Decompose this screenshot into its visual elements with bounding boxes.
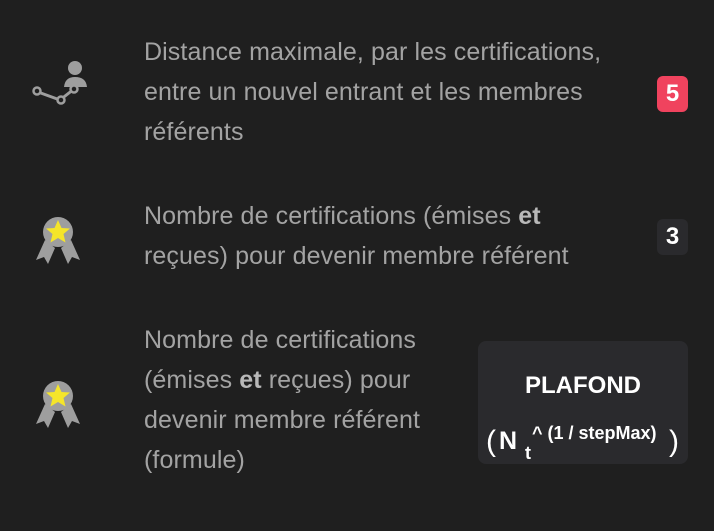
formula-expression: ( N t ^ (1 / stepMax) ) <box>478 423 688 463</box>
referent-medal-icon <box>30 212 86 268</box>
parameter-label: Nombre de certifications (émises et reçu… <box>144 320 420 480</box>
label-emphasis: et <box>518 202 541 230</box>
label-line: devenir membre référent <box>144 406 421 434</box>
label-line: Distance maximale, par les certification… <box>144 38 602 66</box>
certification-link-icon <box>30 58 87 114</box>
formula-title: PLAFOND <box>525 372 641 399</box>
parameter-row-max-distance: Distance maximale, par les certification… <box>0 0 714 180</box>
parameter-row-referent-certs: Nombre de certifications (émises et reçu… <box>0 180 714 300</box>
formula-box: PLAFOND ( N t ^ (1 / stepMax) ) <box>478 341 688 464</box>
label-line: (émises et reçues) pour <box>144 360 420 400</box>
formula-open-paren: ( <box>486 425 496 458</box>
label-line: reçues) pour devenir membre référent <box>144 242 569 270</box>
label-emphasis: et <box>239 366 262 394</box>
label-line: Nombre de certifications (émises et <box>144 196 569 236</box>
formula-variable: N <box>499 427 518 455</box>
formula-close-paren: ) <box>669 425 679 458</box>
label-line: référents <box>144 118 244 146</box>
parameters-list: Distance maximale, par les certification… <box>0 0 714 531</box>
value-badge: 5 <box>657 76 688 112</box>
value-badge: 3 <box>657 219 688 255</box>
formula-superscript: ^ (1 / stepMax) <box>532 423 657 443</box>
label-line: Nombre de certifications <box>144 326 416 354</box>
label-text: Nombre de certifications (émises <box>144 202 519 230</box>
referent-medal-icon <box>30 376 86 432</box>
parameter-label: Distance maximale, par les certification… <box>144 32 601 152</box>
parameter-row-referent-formula: Nombre de certifications (émises et reçu… <box>0 300 714 531</box>
label-text: (émises <box>144 366 240 394</box>
parameter-label: Nombre de certifications (émises et reçu… <box>144 196 569 276</box>
label-line: entre un nouvel entrant et les membres <box>144 78 583 106</box>
label-line: (formule) <box>144 446 245 474</box>
label-text: reçues) pour <box>261 366 411 394</box>
formula-subscript: t <box>525 443 531 463</box>
